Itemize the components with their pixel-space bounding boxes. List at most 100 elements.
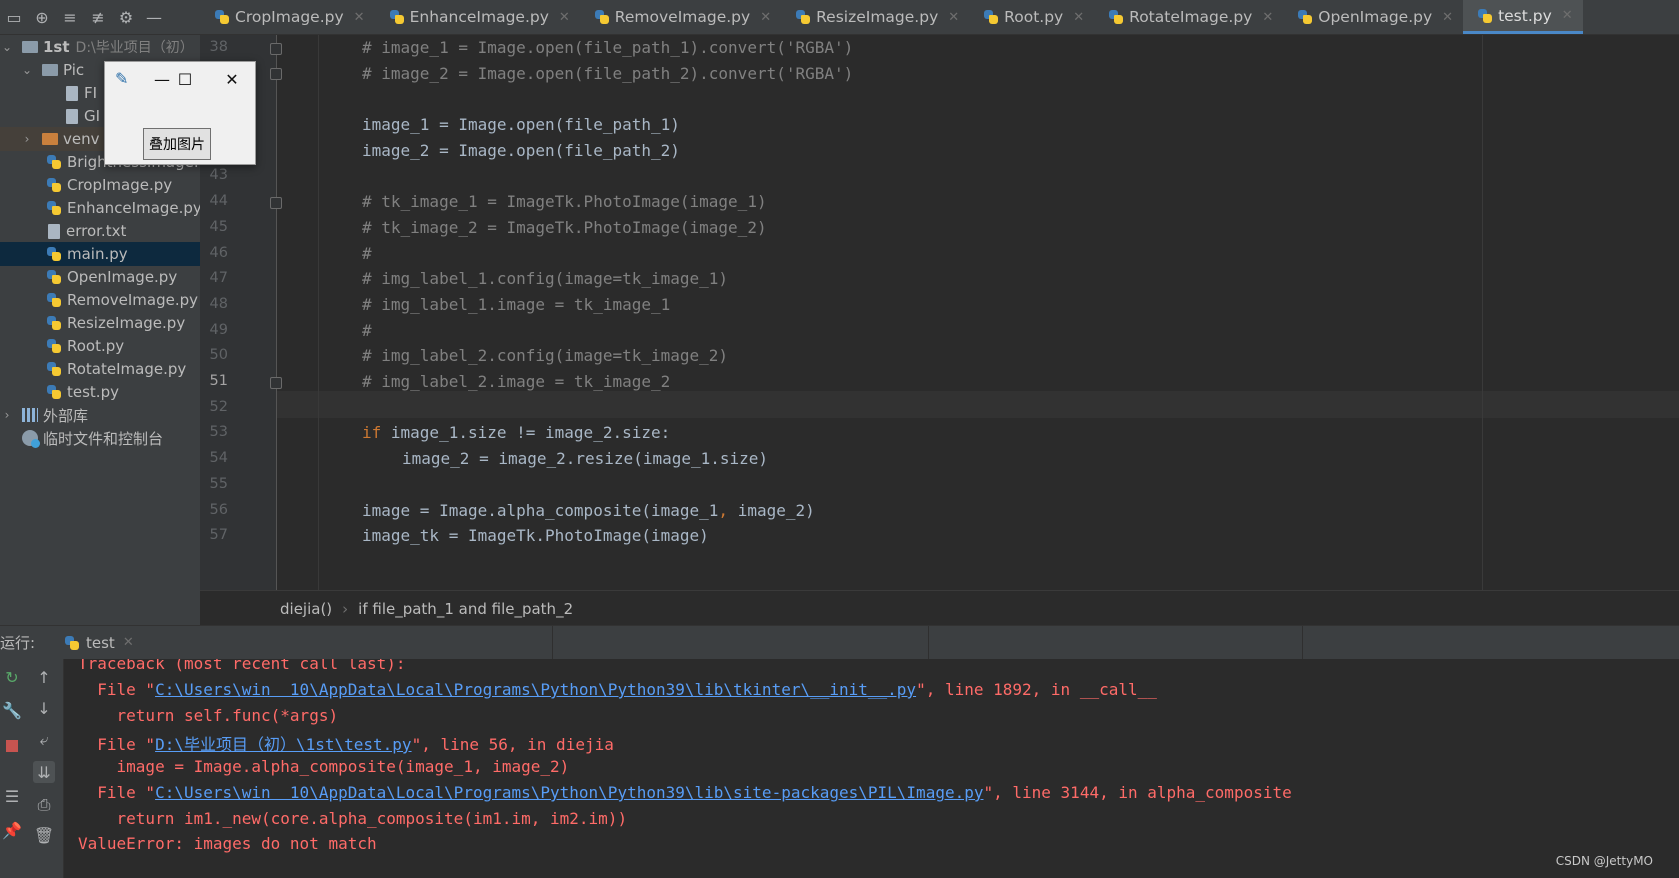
file-label: GI bbox=[84, 107, 101, 125]
tree-external-libs[interactable]: › 外部库 bbox=[0, 403, 200, 427]
arrow-down-icon[interactable]: ↓ bbox=[33, 697, 55, 719]
close-icon[interactable]: ✕ bbox=[1262, 10, 1273, 25]
python-file-icon bbox=[46, 246, 62, 262]
wrench-icon[interactable]: 🔧 bbox=[1, 699, 23, 721]
code-editor[interactable]: 38 39 40 41 42 43 44 45 46 47 48 49 50 5… bbox=[200, 35, 1679, 590]
file-label: FI bbox=[84, 84, 98, 102]
tab-openimage[interactable]: OpenImage.py ✕ bbox=[1283, 0, 1463, 34]
chevron-right-icon[interactable]: › bbox=[20, 132, 34, 146]
tree-file[interactable]: Root.py bbox=[0, 334, 200, 358]
tree-file[interactable]: EnhanceImage.py bbox=[0, 196, 200, 220]
python-file-icon bbox=[1108, 9, 1124, 25]
tab-label: RemoveImage.py bbox=[614, 8, 751, 26]
folder-icon bbox=[42, 133, 58, 145]
chevron-down-icon[interactable]: ⌄ bbox=[20, 63, 34, 77]
arrow-up-icon[interactable]: ↑ bbox=[33, 666, 55, 688]
tab-label: EnhanceImage.py bbox=[409, 8, 549, 26]
tree-file[interactable]: RotateImage.py bbox=[0, 357, 200, 381]
overlay-images-button[interactable]: 叠加图片 bbox=[143, 128, 211, 160]
close-icon[interactable]: ✕ bbox=[220, 68, 244, 90]
hide-icon[interactable]: — bbox=[140, 3, 168, 31]
console-file-link[interactable]: C:\Users\win 10\AppData\Local\Programs\P… bbox=[155, 783, 983, 802]
project-view-icon[interactable]: ▭ bbox=[0, 3, 28, 31]
gear-icon[interactable]: ⚙ bbox=[112, 3, 140, 31]
code-line: # bbox=[362, 321, 372, 340]
close-icon[interactable]: ✕ bbox=[1442, 10, 1453, 25]
close-icon[interactable]: ✕ bbox=[1562, 8, 1573, 23]
run-tool-window-header: 运行: test ✕ bbox=[0, 625, 1679, 660]
tree-file[interactable]: OpenImage.py bbox=[0, 265, 200, 289]
run-console[interactable]: Traceback (most recent call last): File … bbox=[64, 659, 1679, 878]
fold-marker-icon[interactable] bbox=[270, 68, 282, 80]
locate-icon[interactable]: ⊕ bbox=[28, 3, 56, 31]
tab-label: RotateImage.py bbox=[1129, 8, 1253, 26]
file-label: OpenImage.py bbox=[67, 268, 178, 286]
python-file-icon bbox=[389, 9, 405, 25]
console-file-link[interactable]: C:\Users\win 10\AppData\Local\Programs\P… bbox=[155, 680, 916, 699]
close-icon[interactable]: ✕ bbox=[354, 10, 365, 25]
console-file-link[interactable]: D:\毕业项目（初）\1st\test.py bbox=[155, 735, 412, 754]
pin-icon[interactable]: 📌 bbox=[1, 819, 23, 841]
tree-file[interactable]: ResizeImage.py bbox=[0, 311, 200, 335]
code-line: # img_label_1.config(image=tk_image_1) bbox=[362, 269, 729, 288]
breadcrumb-function[interactable]: diejia() bbox=[280, 600, 332, 618]
python-file-icon bbox=[46, 384, 62, 400]
breadcrumb-condition[interactable]: if file_path_1 and file_path_2 bbox=[358, 600, 573, 618]
tree-file[interactable]: error.txt bbox=[0, 219, 200, 243]
tab-resizeimage[interactable]: ResizeImage.py ✕ bbox=[781, 0, 969, 34]
tree-file[interactable]: test.py bbox=[0, 380, 200, 404]
fold-marker-icon[interactable] bbox=[270, 197, 282, 209]
close-icon[interactable]: ✕ bbox=[948, 10, 959, 25]
expand-all-icon[interactable]: ≡ bbox=[56, 3, 84, 31]
tk-title-bar[interactable]: ✎ — ☐ ✕ bbox=[105, 62, 255, 96]
line-number: 43 bbox=[209, 167, 228, 183]
close-icon[interactable]: ✕ bbox=[559, 10, 570, 25]
tree-scratches[interactable]: 临时文件和控制台 bbox=[0, 426, 200, 450]
tab-root[interactable]: Root.py ✕ bbox=[969, 0, 1094, 34]
right-margin-guide bbox=[1482, 35, 1483, 590]
minimize-icon[interactable]: — bbox=[150, 68, 174, 90]
tree-file[interactable]: RemoveImage.py bbox=[0, 288, 200, 312]
tab-test[interactable]: test.py ✕ bbox=[1463, 0, 1583, 34]
chevron-down-icon[interactable]: ⌄ bbox=[0, 40, 14, 54]
folder-icon bbox=[42, 64, 58, 76]
keyword: if bbox=[362, 423, 382, 442]
code-line: # tk_image_2 = ImageTk.PhotoImage(image_… bbox=[362, 218, 767, 237]
trash-icon[interactable]: 🗑 bbox=[33, 824, 55, 846]
tab-removeimage[interactable]: RemoveImage.py ✕ bbox=[580, 0, 781, 34]
close-icon[interactable]: ✕ bbox=[123, 635, 134, 650]
close-icon[interactable]: ✕ bbox=[1073, 10, 1084, 25]
tab-enhanceimage[interactable]: EnhanceImage.py ✕ bbox=[375, 0, 580, 34]
run-label: 运行: bbox=[0, 634, 36, 652]
console-text: File " bbox=[78, 783, 156, 802]
run-tab-test[interactable]: test ✕ bbox=[56, 626, 142, 659]
code-fragment: image = Image.alpha_composite(image_1 bbox=[362, 501, 719, 520]
code-line: # img_label_2.config(image=tk_image_2) bbox=[362, 346, 729, 365]
line-number: 52 bbox=[209, 399, 228, 415]
fold-marker-icon[interactable] bbox=[270, 43, 282, 55]
tree-file-selected[interactable]: main.py bbox=[0, 242, 200, 266]
print-icon[interactable]: ⎙ bbox=[33, 794, 55, 816]
code-line: # img_label_2.image = tk_image_2 bbox=[362, 372, 671, 391]
stop-icon[interactable] bbox=[1, 735, 23, 757]
python-file-icon bbox=[64, 635, 80, 651]
run-tab-label: test bbox=[86, 633, 115, 652]
fold-marker-icon[interactable] bbox=[270, 377, 282, 389]
tree-root[interactable]: ⌄ 1st D:\毕业项目（初） bbox=[0, 35, 200, 59]
line-number-current: 51 bbox=[209, 373, 228, 389]
chevron-right-icon[interactable]: › bbox=[0, 408, 14, 422]
close-icon[interactable]: ✕ bbox=[760, 10, 771, 25]
code-fragment: , bbox=[718, 501, 729, 520]
layout-icon[interactable]: ☰ bbox=[1, 785, 23, 807]
scroll-to-end-icon[interactable]: ⇊ bbox=[33, 761, 55, 783]
tree-file[interactable]: CropImage.py bbox=[0, 173, 200, 197]
collapse-all-icon[interactable]: ≢ bbox=[84, 3, 112, 31]
tab-cropimage[interactable]: CropImage.py ✕ bbox=[200, 0, 375, 34]
soft-wrap-icon[interactable]: ⤶ bbox=[33, 729, 55, 751]
maximize-icon[interactable]: ☐ bbox=[173, 68, 197, 90]
python-file-icon bbox=[46, 361, 62, 377]
tk-window[interactable]: ✎ — ☐ ✕ 叠加图片 bbox=[104, 61, 256, 165]
console-line: return self.func(*args) bbox=[78, 706, 339, 725]
tab-rotateimage[interactable]: RotateImage.py ✕ bbox=[1094, 0, 1283, 34]
rerun-icon[interactable]: ↻ bbox=[1, 666, 23, 688]
